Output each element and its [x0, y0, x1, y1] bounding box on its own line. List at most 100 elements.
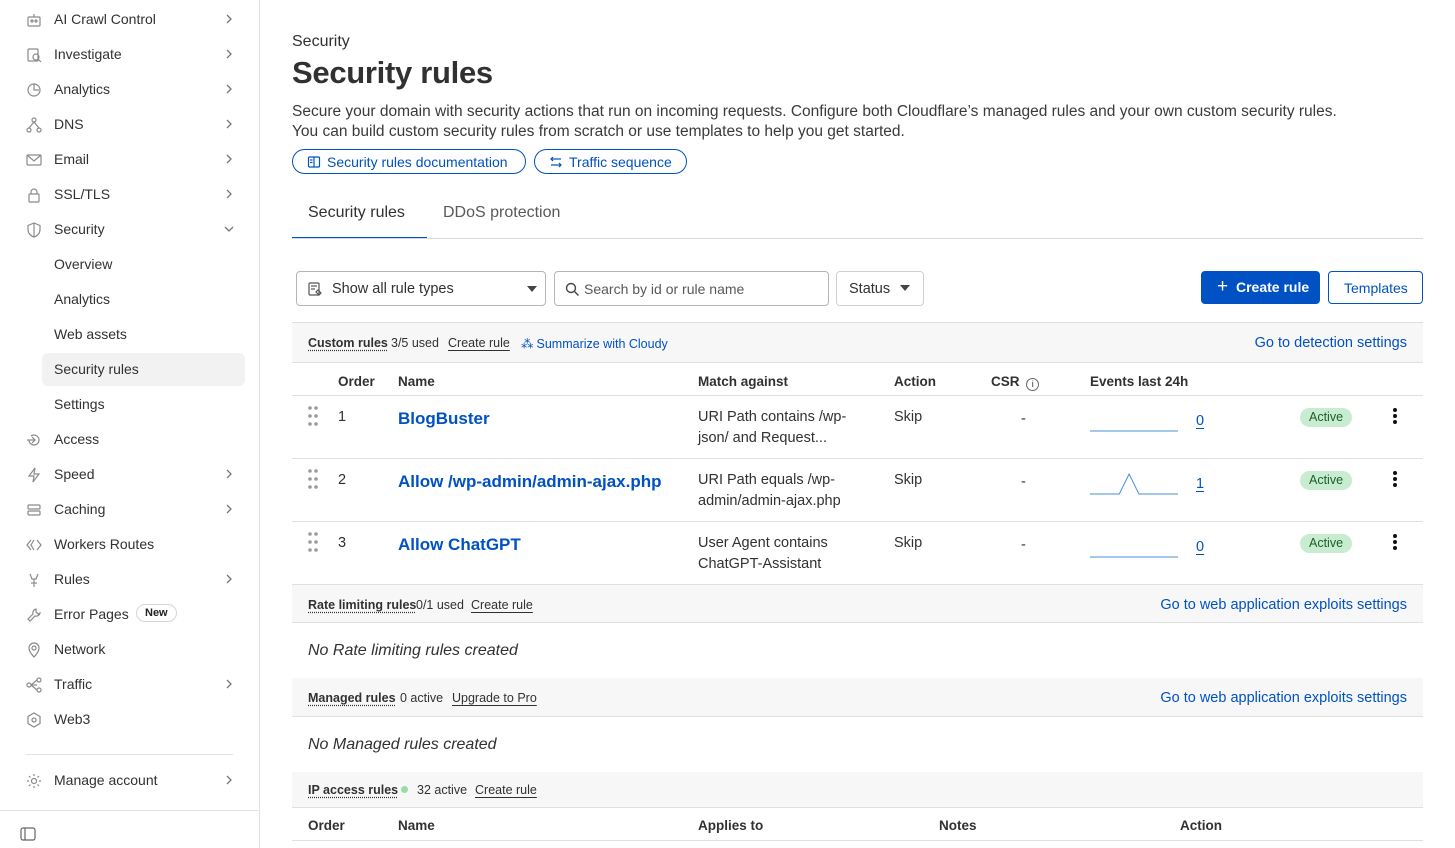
status-badge: Active: [1300, 408, 1353, 427]
custom-rules-create-link[interactable]: Create rule: [448, 336, 510, 350]
sidebar-subitem-analytics[interactable]: Analytics: [42, 283, 245, 316]
sidebar-item-label: Manage account: [54, 772, 158, 788]
web3-icon: [26, 712, 42, 728]
ip-access-rules-title[interactable]: IP access rules: [308, 783, 398, 797]
row-divider: [292, 458, 1423, 459]
sidebar-subitem-overview[interactable]: Overview: [42, 248, 245, 281]
match-line: ChatGPT-Assistant: [698, 556, 822, 572]
managed-rules-title[interactable]: Managed rules: [308, 691, 396, 705]
status-filter-button[interactable]: Status: [836, 271, 924, 306]
sidebar-item-ssl-tls[interactable]: SSL/TLS: [0, 177, 260, 212]
sidebar-item-email[interactable]: Email: [0, 142, 260, 177]
more-options-icon[interactable]: [1390, 533, 1400, 551]
match-line: User Agent contains: [698, 535, 828, 551]
sidebar-subitem-label: Analytics: [54, 291, 111, 307]
rate-limiting-rules-title[interactable]: Rate limiting rules: [308, 598, 416, 612]
more-options-icon[interactable]: [1390, 470, 1400, 488]
sidebar-item-error-pages[interactable]: Error Pages New: [0, 597, 260, 632]
rule-match: URI Path contains /wp-json/ and Request.…: [698, 407, 868, 449]
status-dot: [401, 786, 408, 793]
chevron-right-icon: [222, 152, 236, 166]
search-input[interactable]: [584, 279, 819, 299]
events-count-link[interactable]: 1: [1196, 476, 1204, 492]
web-application-exploits-settings-link[interactable]: Go to web application exploits settings: [1160, 597, 1407, 613]
drag-handle-icon[interactable]: [307, 468, 319, 490]
web-application-exploits-settings-link[interactable]: Go to web application exploits settings: [1160, 690, 1407, 706]
sidebar-item-security[interactable]: Security: [0, 212, 260, 247]
sidebar-item-ai-crawl-control[interactable]: AI Crawl Control: [0, 2, 260, 37]
drag-handle-icon[interactable]: [307, 531, 319, 553]
sidebar-item-investigate[interactable]: Investigate: [0, 37, 260, 72]
row-divider: [292, 395, 1423, 396]
sidebar-item-label: Workers Routes: [54, 536, 155, 552]
status-badge: Active: [1300, 534, 1353, 553]
sparkle-icon: ⁂: [521, 337, 534, 351]
info-icon[interactable]: i: [1026, 378, 1040, 391]
sidebar-item-web3[interactable]: Web3: [0, 702, 260, 737]
select-value: Show all rule types: [332, 281, 454, 297]
sidebar-item-caching[interactable]: Caching: [0, 492, 260, 527]
sidebar-item-access[interactable]: Access: [0, 422, 260, 457]
sidebar-item-label: Speed: [54, 466, 95, 482]
plus-icon: +: [1217, 276, 1229, 297]
traffic-sequence-link[interactable]: Traffic sequence: [534, 149, 687, 174]
tab-label: Security rules: [308, 204, 405, 221]
link-label: Security rules documentation: [327, 153, 508, 170]
sidebar-item-label: Network: [54, 641, 106, 657]
sidebar-item-traffic[interactable]: Traffic: [0, 667, 260, 702]
sidebar-item-label: Investigate: [54, 46, 122, 62]
rate-limiting-usage: 0/1 used: [416, 598, 464, 612]
sidebar-collapse-icon[interactable]: [20, 827, 36, 841]
button-label: Templates: [1344, 280, 1408, 296]
sidebar-item-network[interactable]: Network: [0, 632, 260, 667]
chevron-right-icon: [222, 12, 236, 26]
column-header-match: Match against: [698, 374, 789, 389]
sidebar-item-speed[interactable]: Speed: [0, 457, 260, 492]
sidebar-subitem-security-rules[interactable]: Security rules: [42, 353, 245, 386]
rule-type-select[interactable]: Show all rule types: [296, 271, 546, 306]
tab-ddos-protection[interactable]: DDoS protection: [443, 204, 560, 239]
drag-handle-icon[interactable]: [307, 405, 319, 427]
tab-security-rules[interactable]: Security rules: [292, 204, 427, 239]
arrows-swap-icon: [550, 156, 562, 167]
match-line: json/ and Request...: [698, 430, 827, 446]
match-line: admin/admin-ajax.php: [698, 493, 841, 509]
column-header-csr: CSR i: [991, 374, 1040, 391]
sidebar-item-workers-routes[interactable]: Workers Routes: [0, 527, 260, 562]
more-options-icon[interactable]: [1390, 407, 1400, 425]
custom-rules-title[interactable]: Custom rules: [308, 336, 388, 350]
sidebar-item-rules[interactable]: Rules: [0, 562, 260, 597]
sidebar-item-manage-account[interactable]: Manage account: [0, 763, 260, 798]
search-field[interactable]: [554, 271, 829, 306]
sidebar-item-dns[interactable]: DNS: [0, 107, 260, 142]
sidebar-item-label: Error Pages: [54, 606, 129, 622]
rule-name-link[interactable]: Allow ChatGPT: [398, 535, 521, 555]
sidebar-item-label: DNS: [54, 116, 84, 132]
managed-rules-header: Managed rules 0 active Upgrade to Pro Go…: [292, 678, 1423, 717]
rule-action: Skip: [894, 535, 923, 551]
rule-match: URI Path equals /wp-admin/admin-ajax.php: [698, 470, 868, 512]
templates-button[interactable]: Templates: [1328, 271, 1423, 304]
rule-name-link[interactable]: Allow /wp-admin/admin-ajax.php: [398, 472, 662, 492]
empty-state-message: No Managed rules created: [308, 736, 497, 753]
rate-limiting-create-link[interactable]: Create rule: [471, 598, 533, 612]
security-rules-documentation-link[interactable]: Security rules documentation: [292, 149, 526, 174]
ip-access-create-link[interactable]: Create rule: [475, 783, 537, 797]
chevron-down-icon: [222, 222, 236, 236]
caching-icon: [26, 502, 42, 518]
create-rule-button[interactable]: + Create rule: [1201, 271, 1320, 304]
custom-rules-usage: 3/5 used: [391, 336, 439, 350]
events-count-link[interactable]: 0: [1196, 413, 1204, 429]
ip-access-rules-header: IP access rules 32 active Create rule: [292, 772, 1423, 808]
summarize-with-cloudy-link[interactable]: ⁂ Summarize with Cloudy: [521, 336, 668, 351]
detection-settings-link[interactable]: Go to detection settings: [1255, 335, 1407, 351]
upgrade-to-pro-link[interactable]: Upgrade to Pro: [452, 691, 537, 705]
rule-name-link[interactable]: BlogBuster: [398, 409, 490, 429]
sidebar-subitem-settings[interactable]: Settings: [42, 388, 245, 421]
chevron-right-icon: [222, 773, 236, 787]
events-count-link[interactable]: 0: [1196, 539, 1204, 555]
sidebar-item-analytics[interactable]: Analytics: [0, 72, 260, 107]
status-label: Status: [849, 281, 891, 297]
tabs-divider: [292, 238, 1423, 239]
sidebar-subitem-web-assets[interactable]: Web assets: [42, 318, 245, 351]
